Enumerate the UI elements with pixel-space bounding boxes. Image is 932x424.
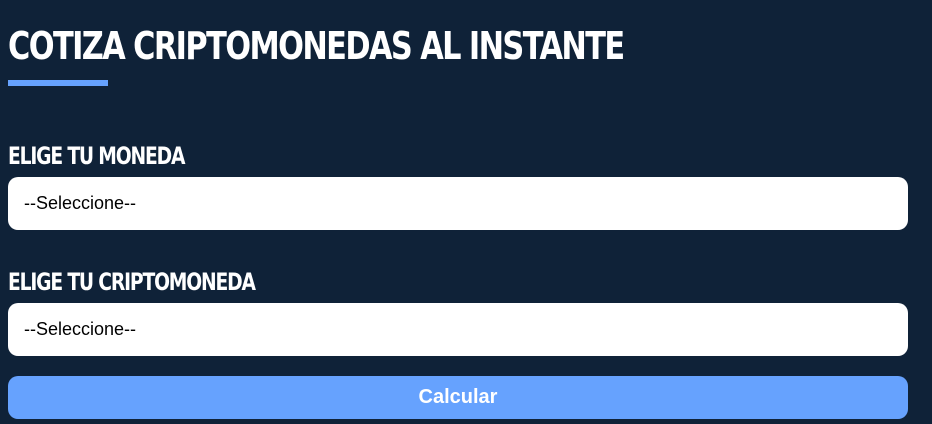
page: COTIZA CRIPTOMONEDAS AL INSTANTE ELIGE T…: [0, 0, 932, 424]
calculate-button[interactable]: Calcular: [8, 376, 908, 419]
title-underline: [8, 80, 108, 86]
crypto-select[interactable]: --Seleccione--: [8, 303, 908, 356]
crypto-label: ELIGE TU CRIPTOMONEDA: [8, 268, 256, 296]
page-title: COTIZA CRIPTOMONEDAS AL INSTANTE: [8, 24, 625, 68]
currency-select[interactable]: --Seleccione--: [8, 177, 908, 230]
currency-label: ELIGE TU MONEDA: [8, 142, 185, 170]
